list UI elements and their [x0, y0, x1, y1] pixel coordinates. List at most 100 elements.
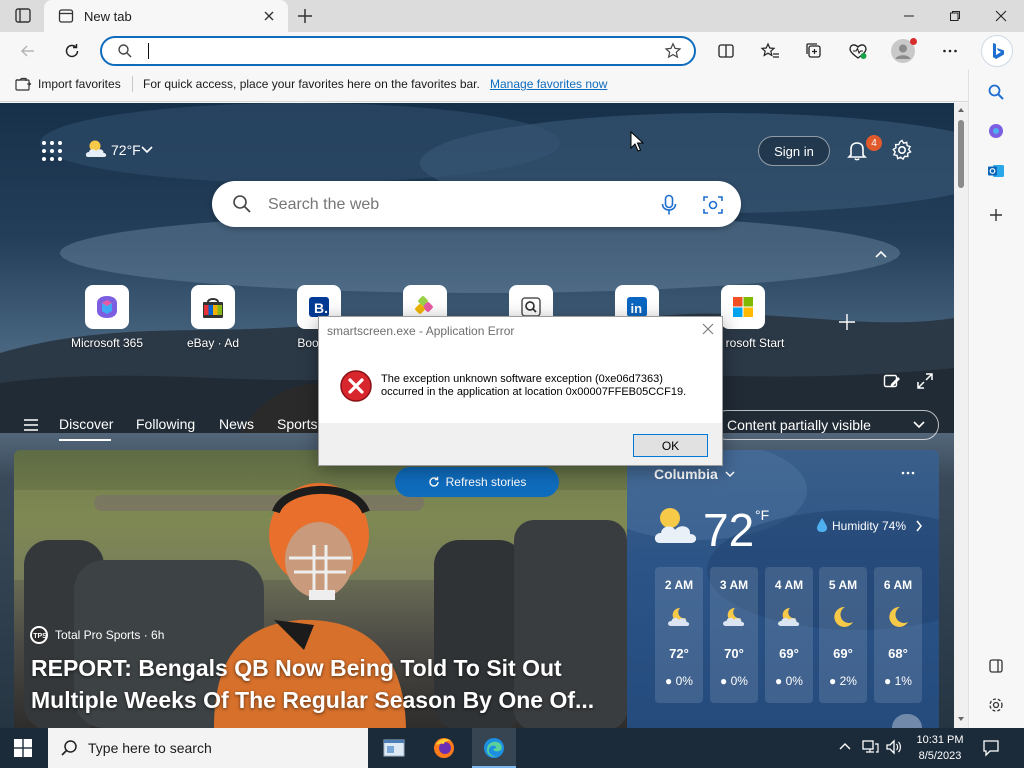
customize-background-icon[interactable] [883, 373, 901, 389]
favorites-icon[interactable] [756, 37, 784, 65]
weather-chip-temp[interactable]: 72°F [111, 142, 141, 158]
import-favorites-icon[interactable] [14, 76, 32, 92]
humidity-drop-icon [815, 517, 829, 533]
chevron-down-icon[interactable] [140, 145, 154, 155]
raindrop-icon: ● [884, 674, 892, 688]
show-hidden-icons-chevron-icon[interactable] [838, 741, 852, 751]
quick-link-microsoft-start-tile[interactable] [721, 285, 765, 329]
feed-tab-following[interactable]: Following [136, 416, 195, 432]
scrollbar-thumb[interactable] [958, 120, 964, 188]
tab-new-tab[interactable]: New tab [44, 0, 288, 32]
content-visibility-label: Content partially visible [727, 417, 871, 433]
collections-icon[interactable] [800, 37, 828, 65]
close-window-button[interactable] [978, 0, 1024, 32]
feed-tab-discover[interactable]: Discover [59, 416, 113, 432]
taskbar-app-window-icon[interactable] [370, 728, 418, 768]
notifications-bell-icon[interactable] [846, 139, 868, 161]
sidebar-search-icon[interactable] [987, 83, 1005, 101]
active-tab-indicator [59, 439, 111, 441]
moon-icon [819, 605, 867, 631]
import-favorites-button[interactable]: Import favorites [38, 77, 121, 91]
microsoft-start-icon [733, 297, 753, 317]
search-icon [117, 43, 133, 59]
quick-link-microsoft365-tile[interactable] [85, 285, 129, 329]
web-search-icon [232, 194, 252, 214]
scroll-up-arrow-icon[interactable] [957, 107, 965, 113]
feed-menu-hamburger-icon[interactable] [23, 418, 39, 432]
notification-center-icon[interactable] [982, 739, 1000, 757]
feed-tab-sports[interactable]: Sports [277, 416, 317, 432]
hourly-time: 6 AM [883, 578, 913, 592]
minimize-button[interactable] [886, 0, 932, 32]
temperature-unit: °F [755, 507, 770, 523]
tab-actions-icon[interactable] [12, 6, 34, 26]
sidebar-settings-icon[interactable] [987, 696, 1005, 714]
bing-copilot-button[interactable] [981, 35, 1013, 67]
app-launcher-icon[interactable] [41, 140, 63, 162]
add-quick-link-icon[interactable] [838, 313, 856, 331]
edge-icon[interactable] [470, 728, 518, 768]
network-icon[interactable] [861, 739, 879, 755]
tab-title: New tab [84, 9, 132, 24]
favorites-divider [132, 76, 133, 92]
browser-essentials-icon[interactable] [844, 37, 872, 65]
weather-more-options-icon[interactable] [900, 466, 916, 480]
collapse-chevron-up-icon[interactable] [874, 249, 888, 259]
visual-search-camera-icon[interactable] [702, 194, 724, 216]
page-settings-gear-icon[interactable] [891, 139, 913, 161]
address-input[interactable] [146, 42, 646, 60]
restore-button[interactable] [932, 0, 978, 32]
expand-icon[interactable] [916, 372, 934, 390]
taskbar-clock[interactable]: 10:31 PM 8/5/2023 [906, 732, 974, 764]
feed-tab-news[interactable]: News [219, 416, 254, 432]
humidity-value[interactable]: Humidity 74% [832, 519, 906, 533]
text-caret [148, 43, 149, 59]
ok-button[interactable]: OK [633, 434, 708, 457]
microsoft365-icon [97, 296, 117, 318]
new-tab-button[interactable] [296, 7, 314, 25]
hide-sidebar-icon[interactable] [988, 658, 1004, 674]
manage-favorites-link[interactable]: Manage favorites now [490, 77, 607, 91]
weather-chip-icon[interactable] [84, 138, 110, 160]
sidebar-add-icon[interactable] [988, 207, 1004, 223]
hourly-precipitation: ● 0% [765, 674, 813, 688]
web-search-placeholder[interactable]: Search the web [268, 196, 379, 214]
back-icon[interactable] [14, 37, 42, 65]
precipitation-value: 0% [675, 674, 693, 688]
taskbar-search-placeholder[interactable]: Type here to search [88, 740, 212, 756]
hourly-precipitation: ● 0% [655, 674, 703, 688]
scroll-down-arrow-icon[interactable] [957, 716, 965, 722]
close-tab-icon[interactable] [262, 9, 276, 23]
dialog-title: smartscreen.exe - Application Error [327, 324, 515, 338]
svg-text:B.: B. [314, 300, 328, 316]
page-scrollbar[interactable] [954, 103, 968, 728]
refresh-icon[interactable] [58, 37, 86, 65]
svg-text:in: in [631, 301, 643, 316]
story-headline[interactable]: REPORT: Bengals QB Now Being Told To Sit… [31, 652, 611, 716]
partly-cloudy-night-icon [655, 605, 703, 631]
dialog-message: The exception unknown software exception… [381, 373, 711, 399]
content-visibility-dropdown[interactable]: Content partially visible [712, 410, 939, 440]
sidebar-outlook-icon[interactable] [987, 162, 1005, 180]
sign-in-button[interactable]: Sign in [758, 136, 830, 166]
dialog-close-icon[interactable] [699, 320, 717, 338]
sidebar-copilot-icon[interactable] [987, 122, 1005, 140]
split-screen-icon[interactable] [712, 37, 740, 65]
voice-search-microphone-icon[interactable] [660, 194, 678, 216]
favorite-star-icon[interactable] [664, 42, 682, 60]
weather-city[interactable]: Columbia [654, 466, 718, 482]
chevron-right-icon[interactable] [915, 520, 923, 532]
partly-cloudy-icon [652, 503, 700, 547]
refresh-stories-button[interactable]: Refresh stories [395, 467, 559, 497]
windows-start-icon[interactable] [14, 739, 32, 757]
taskbar-search-icon [60, 739, 78, 757]
more-menu-icon[interactable] [936, 37, 964, 65]
moon-icon [874, 605, 922, 631]
profile-avatar[interactable] [891, 38, 917, 63]
address-bar[interactable] [100, 36, 696, 66]
volume-icon[interactable] [885, 739, 903, 755]
hourly-time: 3 AM [719, 578, 749, 592]
firefox-icon[interactable] [420, 728, 468, 768]
chevron-down-icon[interactable] [724, 470, 736, 478]
quick-link-ebay-tile[interactable] [191, 285, 235, 329]
